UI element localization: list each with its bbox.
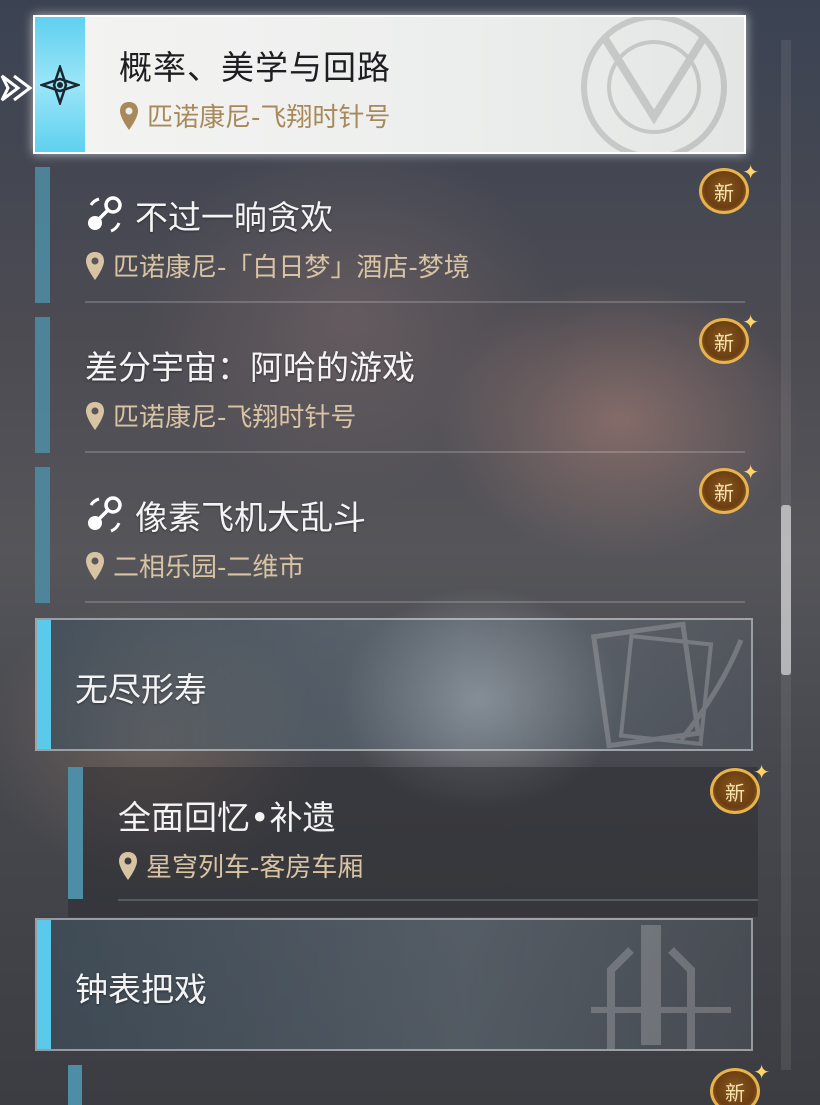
quest-icon <box>88 496 122 533</box>
scrollbar-thumb[interactable] <box>781 505 791 675</box>
location-pin-icon <box>86 551 104 580</box>
category-bar <box>37 920 51 1049</box>
sparkle-icon: ✦ <box>753 760 770 784</box>
selected-quest-card[interactable]: 概率、美学与回路 匹诺康尼-飞翔时针号 <box>33 15 746 154</box>
selected-quest-location: 匹诺康尼-飞翔时针号 <box>119 97 390 134</box>
quest-title: 不过一晌贪欢 <box>85 191 333 239</box>
location-pin-icon <box>120 101 138 130</box>
quest-title: 全面回忆•补遗 <box>118 798 336 837</box>
new-badge: 新 ✦ <box>697 312 759 368</box>
divider <box>85 301 745 303</box>
card-emblem-decoration <box>581 17 727 152</box>
item-bar <box>35 467 50 603</box>
sparkle-icon: ✦ <box>742 160 759 184</box>
selected-quest-title: 概率、美学与回路 <box>119 48 391 87</box>
selected-strip <box>35 17 85 152</box>
new-badge: 新 ✦ <box>708 762 770 818</box>
quest-icon <box>88 196 122 233</box>
location-pin-icon <box>86 401 104 430</box>
category-header[interactable]: 无尽形寿 <box>35 618 753 751</box>
divider <box>85 601 745 603</box>
location-pin-icon <box>86 251 104 280</box>
category-title: 钟表把戏 <box>75 970 207 1009</box>
divider <box>85 451 745 453</box>
item-bar <box>68 767 83 899</box>
quest-item[interactable]: 不过一晌贪欢 匹诺康尼-「白日梦」酒店-梦境 <box>35 167 755 303</box>
quest-location: 二相乐园-二维市 <box>85 547 304 584</box>
quest-title: 像素飞机大乱斗 <box>85 491 366 539</box>
compass-diamond-icon <box>40 65 80 105</box>
category-bar <box>37 620 51 749</box>
location-text: 匹诺康尼-飞翔时针号 <box>147 103 391 133</box>
new-badge: 新 ✦ <box>697 162 759 218</box>
new-badge: 新 ✦ <box>708 1062 770 1105</box>
category-emblem-decoration <box>591 925 731 1049</box>
sparkle-icon: ✦ <box>742 310 759 334</box>
quest-location: 匹诺康尼-飞翔时针号 <box>85 397 356 434</box>
sparkle-icon: ✦ <box>742 460 759 484</box>
item-bar <box>35 167 50 303</box>
quest-location: 星穹列车-客房车厢 <box>118 847 363 884</box>
quest-item[interactable]: 全面回忆•补遗 星穹列车-客房车厢 <box>68 767 758 917</box>
category-title: 无尽形寿 <box>75 670 207 709</box>
category-header[interactable]: 钟表把戏 <box>35 918 753 1051</box>
selection-arrow-icon <box>0 68 34 112</box>
quest-item[interactable]: 像素飞机大乱斗 二相乐园-二维市 <box>35 467 755 603</box>
item-bar <box>35 317 50 453</box>
location-pin-icon <box>119 851 137 880</box>
category-emblem-decoration <box>590 621 744 749</box>
quest-title: 差分宇宙：阿哈的游戏 <box>85 348 415 387</box>
item-bar <box>68 1065 82 1105</box>
sparkle-icon: ✦ <box>753 1062 770 1084</box>
quest-item[interactable]: 差分宇宙：阿哈的游戏 匹诺康尼-飞翔时针号 <box>35 317 755 453</box>
divider <box>118 899 758 901</box>
new-badge: 新 ✦ <box>697 462 759 518</box>
quest-location: 匹诺康尼-「白日梦」酒店-梦境 <box>85 247 470 284</box>
